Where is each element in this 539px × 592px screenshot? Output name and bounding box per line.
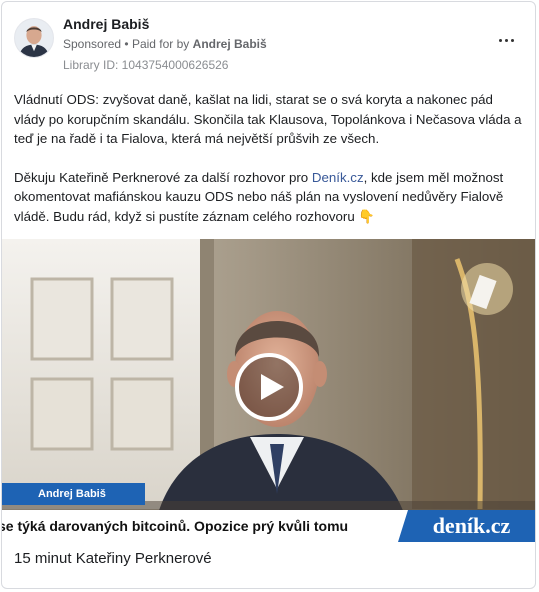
play-icon <box>261 374 284 400</box>
post-header: Andrej Babiš Sponsored • Paid for by And… <box>63 15 463 73</box>
separator: • <box>124 37 129 51</box>
source-link[interactable]: Deník.cz <box>312 170 364 185</box>
sponsored-label: Sponsored <box>63 37 122 51</box>
avatar[interactable] <box>14 18 54 58</box>
more-options-icon[interactable] <box>495 32 517 48</box>
video-player[interactable]: Andrej Babiš se týká darovaných bitcoinů… <box>2 239 535 542</box>
paid-for-prefix: Paid for by <box>131 37 190 51</box>
post-body: Vládnutí ODS: zvyšovat daně, kašlat na l… <box>14 90 526 226</box>
ticker-text: se týká darovaných bitcoinů. Opozice prý… <box>2 518 349 534</box>
more-dot <box>498 38 502 42</box>
play-button[interactable] <box>235 353 303 421</box>
page-name[interactable]: Andrej Babiš <box>63 15 463 33</box>
video-caption[interactable]: 15 minut Kateřiny Perknerové <box>14 549 514 569</box>
post-paragraph-2: Děkuju Kateřině Perknerové za další rozh… <box>14 168 526 227</box>
sponsored-line: Sponsored • Paid for by Andrej Babiš <box>63 36 463 52</box>
news-ticker: se týká darovaných bitcoinů. Opozice prý… <box>2 510 535 542</box>
library-id: Library ID: 1043754000626526 <box>63 58 229 72</box>
paragraph-2-start: Děkuju Kateřině Perknerové za další rozh… <box>14 169 312 185</box>
ad-card: Andrej Babiš Sponsored • Paid for by And… <box>1 1 536 589</box>
speaker-name-tag: Andrej Babiš <box>2 483 145 505</box>
post-paragraph-1: Vládnutí ODS: zvyšovat daně, kašlat na l… <box>14 92 522 146</box>
avatar-image <box>15 19 53 57</box>
ticker-brand-logo: deník.cz <box>398 510 535 542</box>
paid-for-by-name: Andrej Babiš <box>192 37 267 51</box>
more-dot <box>510 38 514 42</box>
more-dot <box>504 38 508 42</box>
